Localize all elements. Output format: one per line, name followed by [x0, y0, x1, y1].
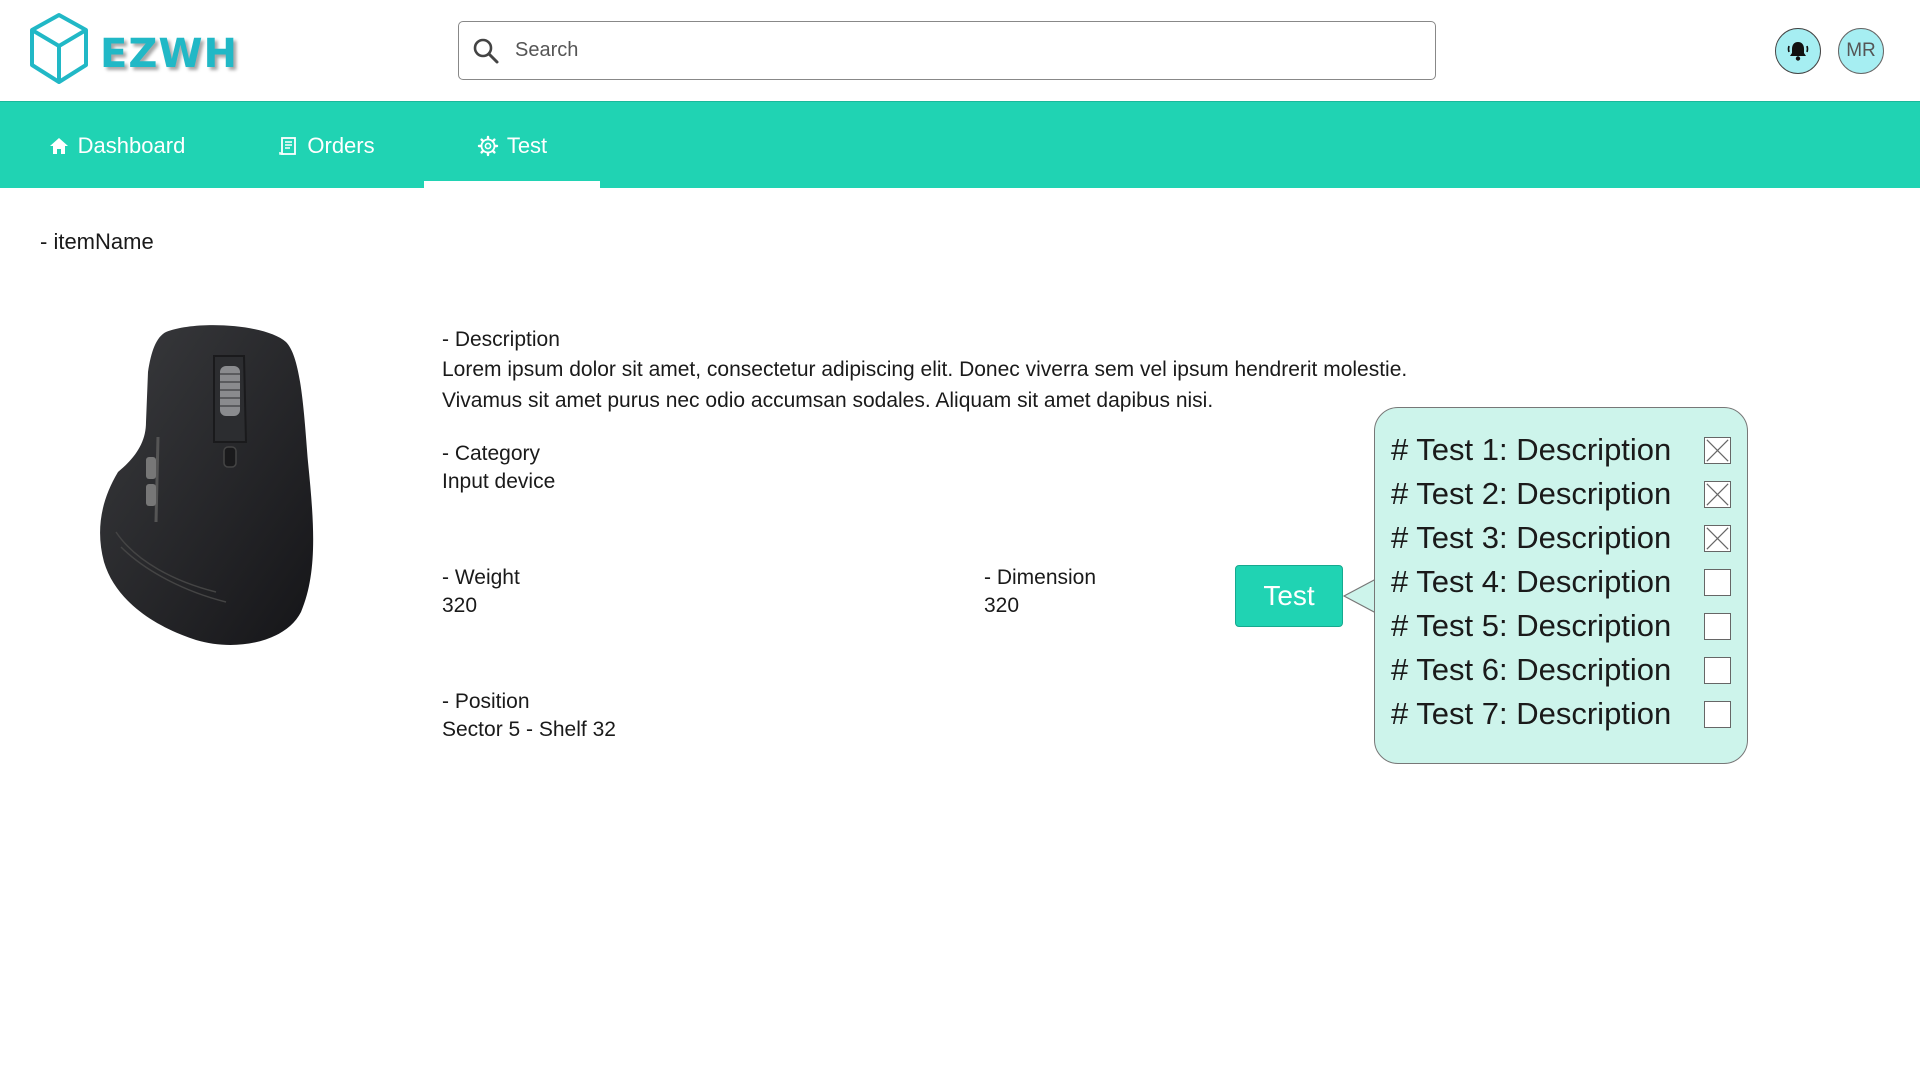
test-checkbox[interactable]: [1704, 568, 1731, 596]
header: EZWH MR: [0, 0, 1920, 101]
test-item-label: # Test 6: Description: [1391, 652, 1672, 687]
tab-dashboard-label: Dashboard: [77, 132, 186, 158]
cube-logo-icon: [30, 13, 88, 84]
app-name: EZWH: [100, 31, 238, 77]
test-item: # Test 6: Description: [1391, 650, 1731, 690]
dimension-field: - Dimension 320: [984, 566, 1096, 621]
category-label: - Category: [442, 442, 541, 465]
tab-orders[interactable]: Orders: [276, 102, 376, 189]
weight-field: - Weight 320: [442, 566, 520, 621]
tab-dashboard[interactable]: Dashboard: [44, 102, 189, 189]
test-checkbox[interactable]: [1704, 612, 1731, 640]
tab-test-label: Test: [506, 132, 548, 158]
test-popover: # Test 1: Description # Test 2: Descript…: [1374, 407, 1748, 764]
gear-icon: [477, 135, 499, 156]
receipt-icon: [279, 136, 297, 155]
product-image: [100, 325, 314, 645]
category-value: Input device: [442, 470, 556, 493]
test-checkbox-checked[interactable]: [1704, 524, 1731, 552]
description-line-1: Lorem ipsum dolor sit amet, consectetur …: [442, 358, 1408, 381]
test-item: # Test 2: Description: [1391, 474, 1731, 514]
search-input[interactable]: [515, 39, 1395, 62]
test-item: # Test 7: Description: [1391, 694, 1731, 734]
main-nav: Dashboard Orders Test: [0, 101, 1920, 189]
dimension-label: - Dimension: [984, 566, 1097, 589]
test-item-label: # Test 4: Description: [1391, 564, 1672, 599]
test-item-label: # Test 1: Description: [1391, 432, 1672, 467]
bell-icon: [1787, 42, 1809, 61]
test-item: # Test 5: Description: [1391, 606, 1731, 646]
user-avatar[interactable]: MR: [1838, 28, 1884, 74]
test-checkbox[interactable]: [1704, 700, 1731, 728]
test-button[interactable]: Test: [1235, 565, 1343, 627]
tab-orders-label: Orders: [307, 132, 375, 158]
test-item-label: # Test 2: Description: [1391, 476, 1672, 511]
search-bar[interactable]: [458, 21, 1436, 80]
test-item-label: # Test 5: Description: [1391, 608, 1672, 643]
tab-test[interactable]: Test: [424, 102, 600, 189]
position-field: - Position Sector 5 - Shelf 32: [442, 690, 616, 745]
description-line-2: Vivamus sit amet purus nec odio accumsan…: [442, 389, 1214, 412]
test-item: # Test 4: Description: [1391, 562, 1731, 602]
home-icon: [49, 137, 68, 154]
item-name: - itemName: [40, 229, 154, 254]
test-item-label: # Test 3: Description: [1391, 520, 1672, 555]
dimension-value: 320: [984, 594, 1020, 617]
test-item: # Test 1: Description: [1391, 430, 1731, 470]
description-label: - Description: [442, 328, 560, 351]
weight-label: - Weight: [442, 566, 520, 589]
position-label: - Position: [442, 690, 530, 713]
category-field: - Category Input device: [442, 442, 555, 497]
popover-pointer: [1343, 578, 1377, 614]
description-field: - Description Lorem ipsum dolor sit amet…: [442, 328, 1407, 416]
logo[interactable]: EZWH: [28, 12, 238, 86]
search-icon: [473, 38, 499, 63]
test-item: # Test 3: Description: [1391, 518, 1731, 558]
weight-value: 320: [442, 594, 478, 617]
test-item-label: # Test 7: Description: [1391, 696, 1672, 731]
notifications-button[interactable]: [1775, 28, 1821, 74]
test-checkbox-checked[interactable]: [1704, 480, 1731, 508]
test-checkbox[interactable]: [1704, 656, 1731, 684]
test-checkbox-checked[interactable]: [1704, 436, 1731, 464]
position-value: Sector 5 - Shelf 32: [442, 718, 616, 741]
